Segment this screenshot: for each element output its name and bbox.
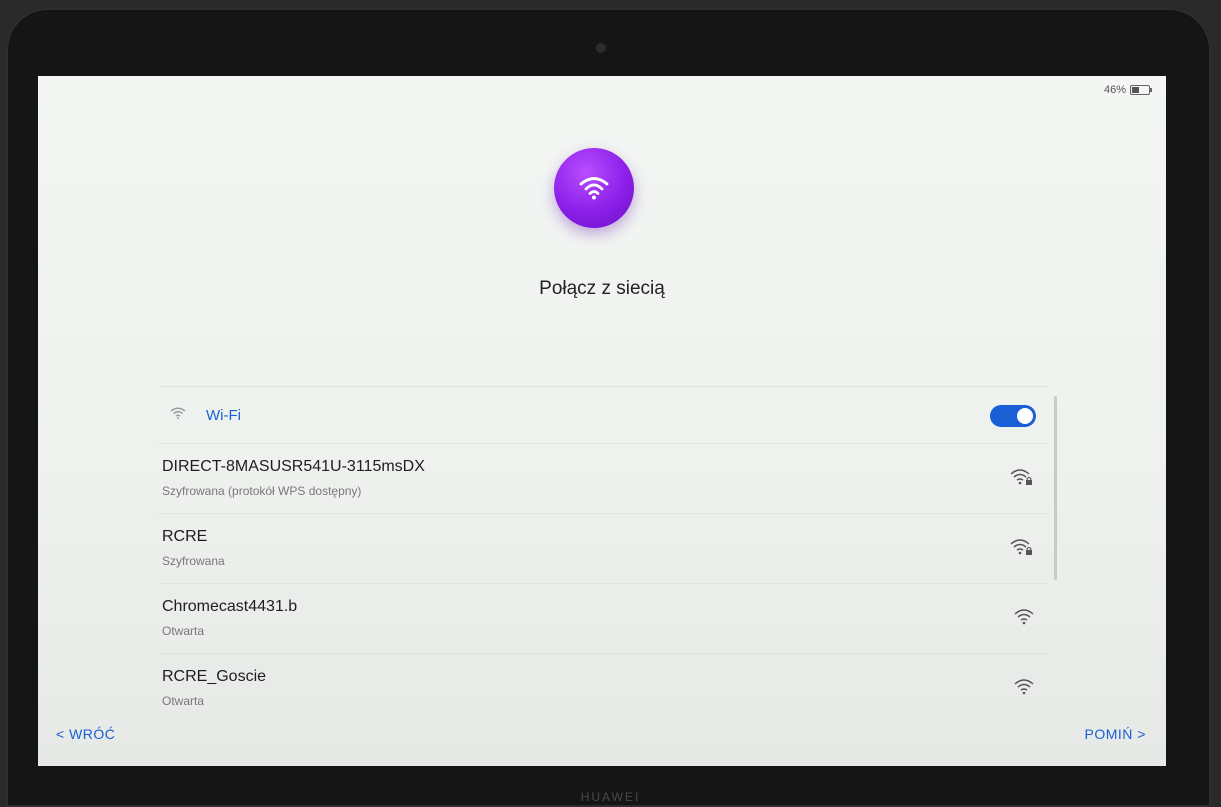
battery-icon: [1130, 85, 1152, 95]
network-name: DIRECT-8MASUSR541U-3115msDX: [162, 458, 425, 475]
wifi-hero-icon: [554, 148, 634, 228]
skip-button[interactable]: POMIŃ >: [1085, 726, 1146, 742]
network-item[interactable]: DIRECT-8MASUSR541U-3115msDX Szyfrowana (…: [158, 444, 1048, 514]
wifi-lock-icon: [1010, 468, 1034, 491]
network-status: Otwarta: [162, 624, 205, 638]
network-status: Szyfrowana: [162, 554, 225, 568]
network-item[interactable]: RCRE Szyfrowana: [158, 514, 1048, 584]
setup-screen: 46% Połącz z siecią Wi-Fi DIRECT-8MASUSR…: [38, 76, 1166, 766]
device-brand: HUAWEI: [580, 790, 641, 804]
page-title: Połącz z siecią: [539, 278, 665, 299]
back-button[interactable]: < WRÓĆ: [56, 726, 115, 742]
wifi-toggle[interactable]: [990, 405, 1036, 427]
network-name: RCRE_Goscie: [162, 668, 267, 685]
network-item[interactable]: RCRE_Goscie Otwarta: [158, 654, 1048, 714]
list-scrollbar[interactable]: [1054, 396, 1057, 580]
front-camera: [596, 43, 606, 53]
network-name: Chromecast4431.b: [162, 598, 298, 615]
wifi-toggle-row[interactable]: Wi-Fi: [158, 386, 1048, 444]
wifi-icon: [170, 406, 186, 424]
network-name: RCRE: [162, 528, 208, 545]
toggle-knob: [1017, 408, 1033, 424]
wifi-icon: [1014, 678, 1034, 701]
wifi-icon: [1014, 608, 1034, 631]
status-bar: 46%: [1103, 84, 1152, 96]
network-list: Wi-Fi DIRECT-8MASUSR541U-3115msDX Szyfro…: [158, 386, 1048, 714]
network-status: Otwarta: [162, 694, 205, 708]
network-status: Szyfrowana (protokół WPS dostępny): [162, 484, 362, 498]
wifi-lock-icon: [1010, 538, 1034, 561]
wifi-label: Wi-Fi: [206, 406, 241, 424]
battery-percent: 46%: [1103, 84, 1126, 96]
network-item[interactable]: Chromecast4431.b Otwarta: [158, 584, 1048, 654]
